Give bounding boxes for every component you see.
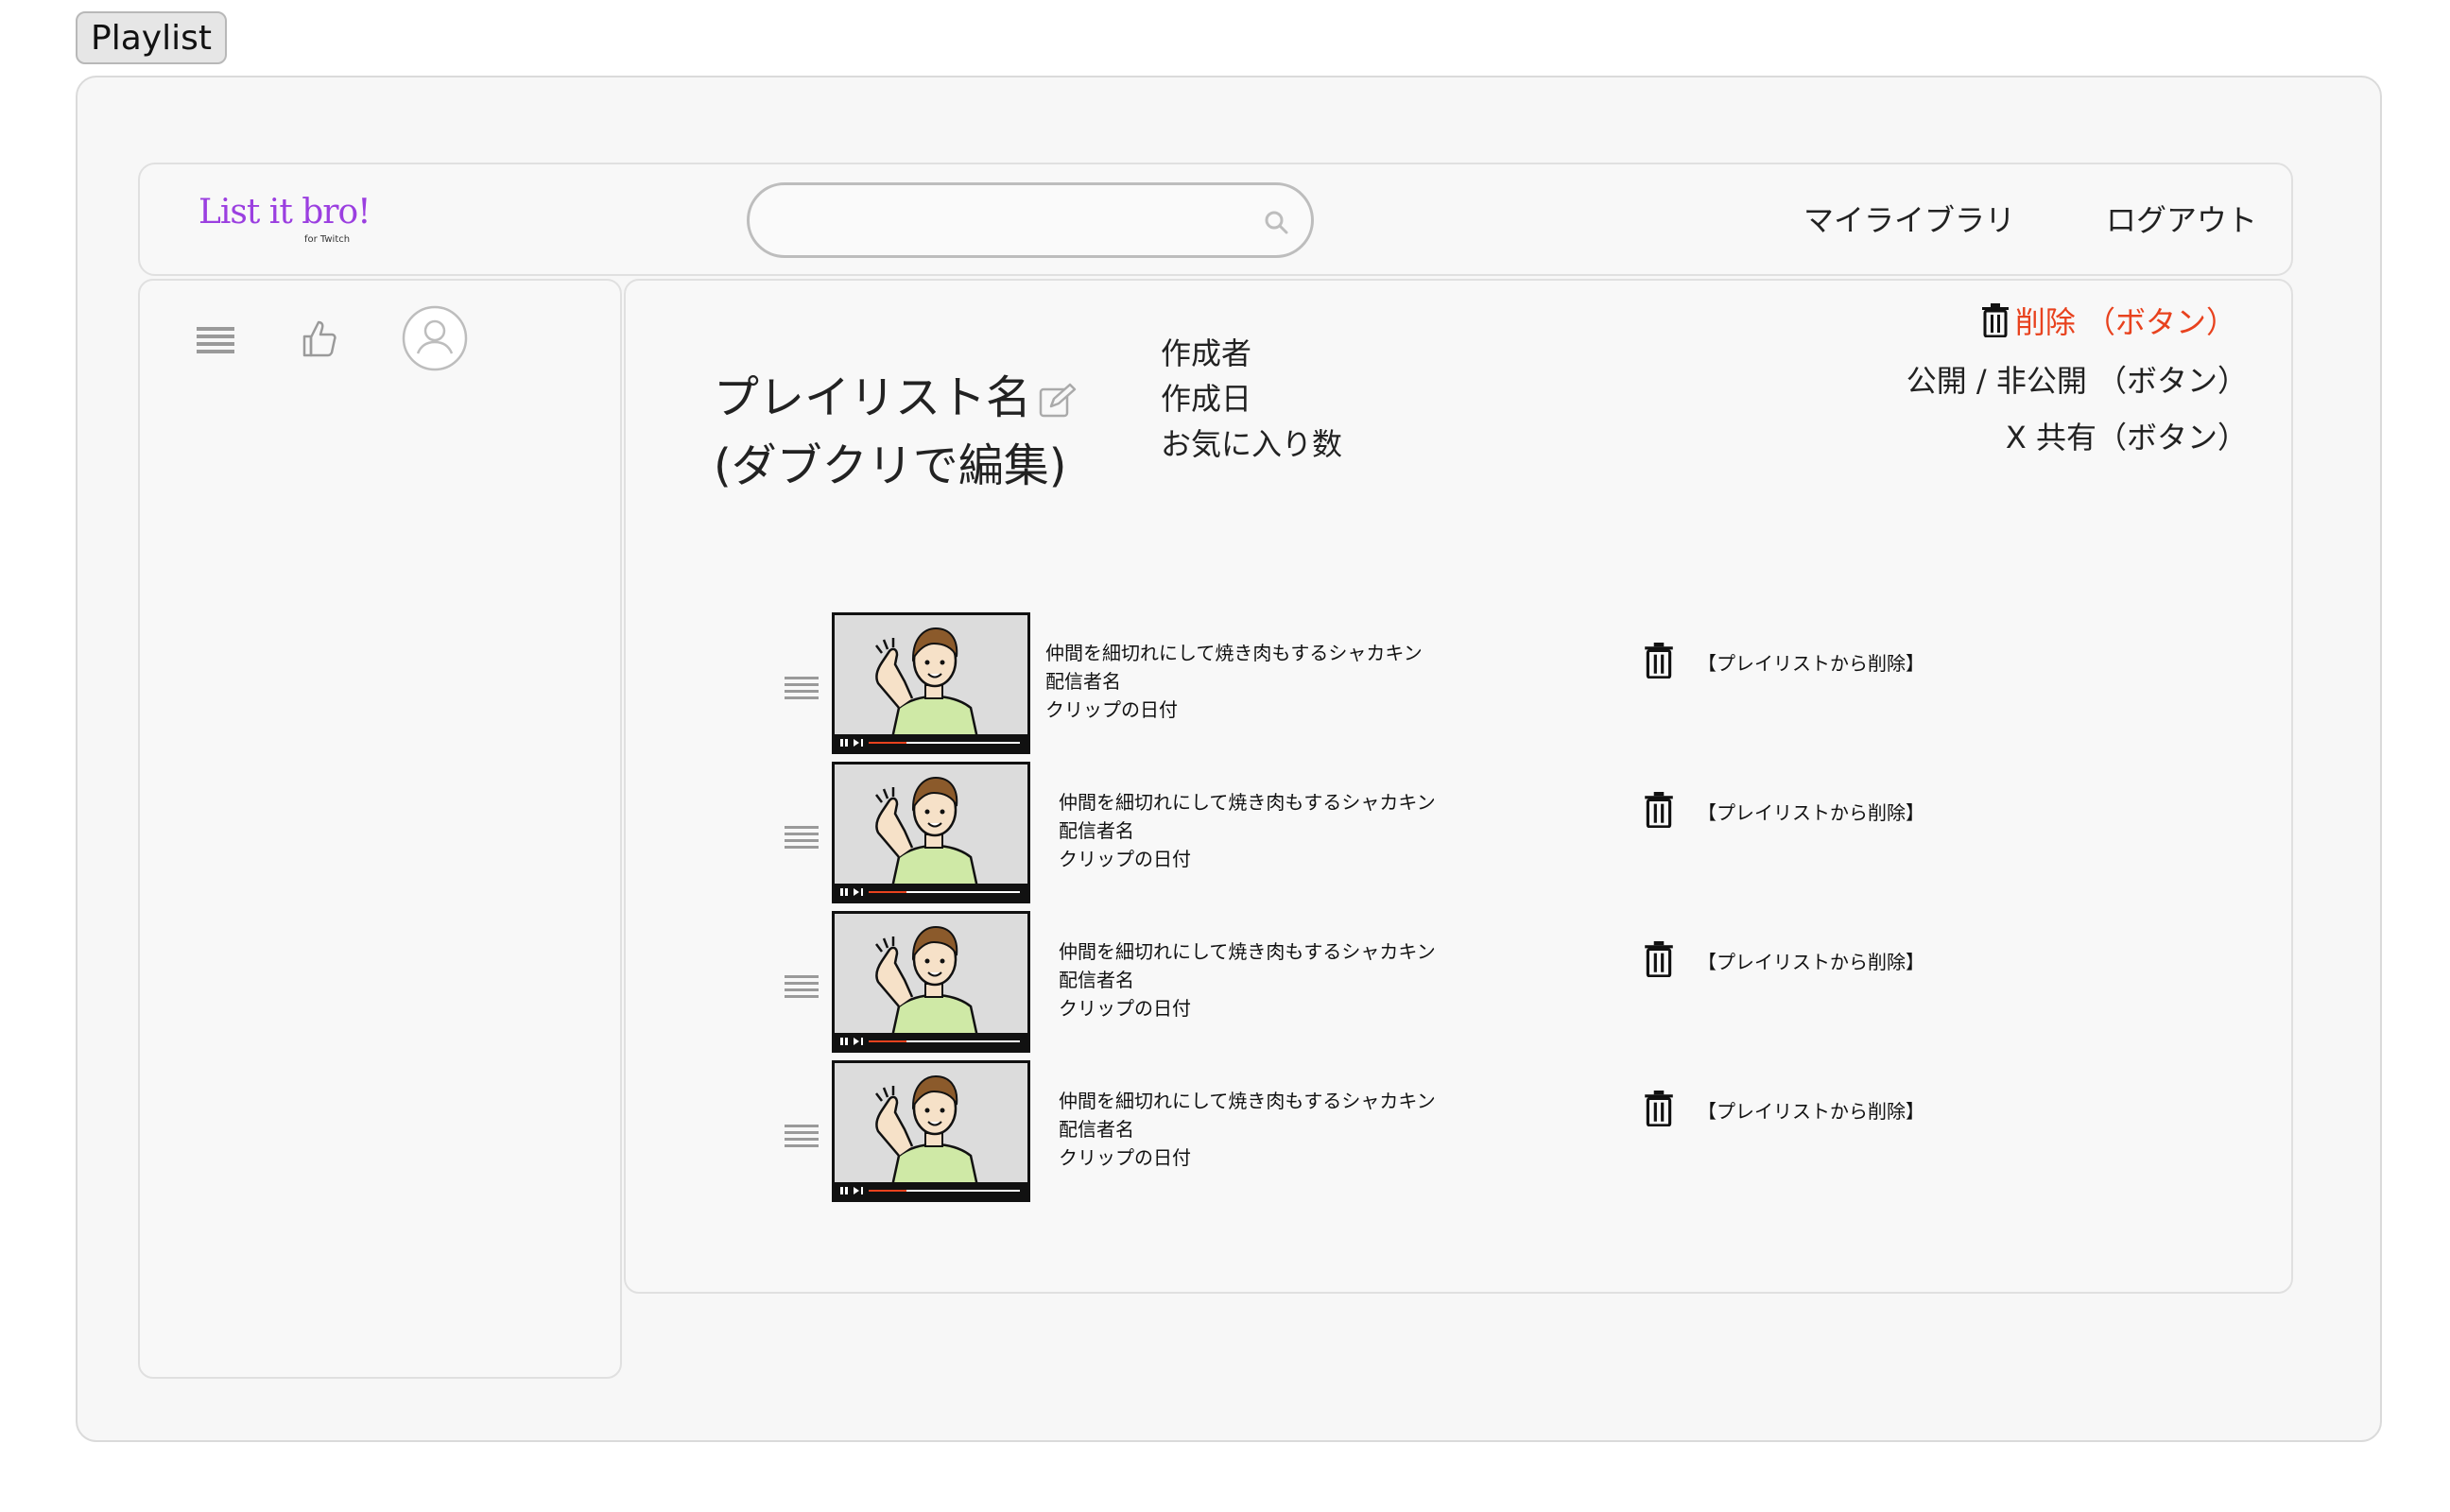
playlist-title-name[interactable]: プレイリスト名 — [714, 371, 1031, 424]
thumbs-up-icon[interactable] — [301, 318, 338, 359]
search-box — [747, 182, 1314, 258]
remove-from-playlist-button[interactable]: 【プレイリストから削除】 — [1698, 648, 1924, 676]
delete-playlist-button[interactable]: 削除 （ボタン） — [1981, 299, 2236, 342]
list-icon[interactable] — [195, 325, 236, 357]
clip-row[interactable]: 仲間を細切れにして焼き肉もするシャカキン 配信者名 クリップの日付 【プレイリス… — [775, 911, 2004, 1053]
clip-date: クリップの日付 — [1059, 1146, 1191, 1169]
trash-icon[interactable] — [1643, 1091, 1675, 1126]
clip-date: クリップの日付 — [1059, 848, 1191, 870]
clip-title[interactable]: 仲間を細切れにして焼き肉もするシャカキン — [1059, 937, 1436, 966]
clip-title[interactable]: 仲間を細切れにして焼き肉もするシャカキン — [1059, 1087, 1436, 1115]
trash-icon[interactable] — [1643, 792, 1675, 828]
clip-thumbnail[interactable] — [832, 762, 1030, 903]
remove-from-playlist-button[interactable]: 【プレイリストから削除】 — [1698, 947, 1924, 974]
clip-info: 仲間を細切れにして焼き肉もするシャカキン 配信者名 クリップの日付 — [1059, 937, 1436, 1022]
clip-row[interactable]: 仲間を細切れにして焼き肉もするシャカキン 配信者名 クリップの日付 【プレイリス… — [775, 762, 2004, 903]
trash-icon — [1981, 303, 2009, 337]
clip-info: 仲間を細切れにして焼き肉もするシャカキン 配信者名 クリップの日付 — [1045, 639, 1423, 724]
clip-date: クリップの日付 — [1045, 698, 1178, 721]
clip-thumbnail-image — [835, 914, 1027, 1050]
nav-my-library[interactable]: マイライブラリ — [1803, 197, 2015, 240]
search-icon[interactable] — [1262, 208, 1290, 236]
clip-row[interactable]: 仲間を細切れにして焼き肉もするシャカキン 配信者名 クリップの日付 【プレイリス… — [775, 1060, 2004, 1202]
clip-streamer: 配信者名 — [1059, 969, 1134, 991]
sidebar — [138, 279, 622, 1379]
trash-icon[interactable] — [1643, 643, 1675, 679]
clip-title[interactable]: 仲間を細切れにして焼き肉もするシャカキン — [1059, 788, 1436, 816]
drag-handle-icon[interactable] — [785, 973, 819, 1002]
clip-streamer: 配信者名 — [1045, 670, 1121, 693]
clip-thumbnail-image — [835, 1063, 1027, 1199]
clip-info: 仲間を細切れにして焼き肉もするシャカキン 配信者名 クリップの日付 — [1059, 1087, 1436, 1172]
delete-playlist-label: 削除 （ボタン） — [2014, 304, 2236, 340]
clip-thumbnail[interactable] — [832, 612, 1030, 754]
drag-handle-icon[interactable] — [785, 675, 819, 703]
playlist-frame-tab[interactable]: Playlist — [76, 11, 227, 64]
user-icon[interactable] — [401, 304, 469, 372]
playlist-meta: 作成者 作成日 お気に入り数 — [1161, 331, 1342, 467]
clip-thumbnail[interactable] — [832, 1060, 1030, 1202]
playlist-author: 作成者 — [1161, 335, 1252, 371]
share-x-button[interactable]: X 共有（ボタン） — [2006, 414, 2248, 457]
playlist-created-date: 作成日 — [1161, 381, 1252, 417]
playlist-favorite-count: お気に入り数 — [1161, 426, 1343, 462]
edit-icon[interactable] — [1038, 382, 1078, 420]
clip-row[interactable]: 仲間を細切れにして焼き肉もするシャカキン 配信者名 クリップの日付 【プレイリス… — [775, 612, 2004, 754]
nav-logout[interactable]: ログアウト — [2106, 197, 2257, 240]
app-logo[interactable]: List it bro! — [198, 193, 371, 232]
remove-from-playlist-button[interactable]: 【プレイリストから削除】 — [1698, 1096, 1924, 1124]
drag-handle-icon[interactable] — [785, 1123, 819, 1151]
clip-title[interactable]: 仲間を細切れにして焼き肉もするシャカキン — [1045, 639, 1423, 667]
clip-info: 仲間を細切れにして焼き肉もするシャカキン 配信者名 クリップの日付 — [1059, 788, 1436, 873]
trash-icon[interactable] — [1643, 941, 1675, 977]
clip-streamer: 配信者名 — [1059, 819, 1134, 842]
visibility-toggle-button[interactable]: 公開 / 非公開 （ボタン） — [1907, 357, 2248, 401]
search-input[interactable] — [778, 200, 1232, 242]
clip-date: クリップの日付 — [1059, 997, 1191, 1020]
clip-thumbnail-image — [835, 615, 1027, 751]
playlist-title[interactable]: プレイリスト名 (ダブクリで編集) — [714, 364, 1066, 500]
app-logo-subtitle: for Twitch — [304, 234, 351, 245]
clip-streamer: 配信者名 — [1059, 1118, 1134, 1141]
remove-from-playlist-button[interactable]: 【プレイリストから削除】 — [1698, 798, 1924, 825]
clip-thumbnail[interactable] — [832, 911, 1030, 1053]
playlist-title-hint: (ダブクリで編集) — [714, 439, 1067, 492]
clip-thumbnail-image — [835, 765, 1027, 901]
drag-handle-icon[interactable] — [785, 824, 819, 852]
